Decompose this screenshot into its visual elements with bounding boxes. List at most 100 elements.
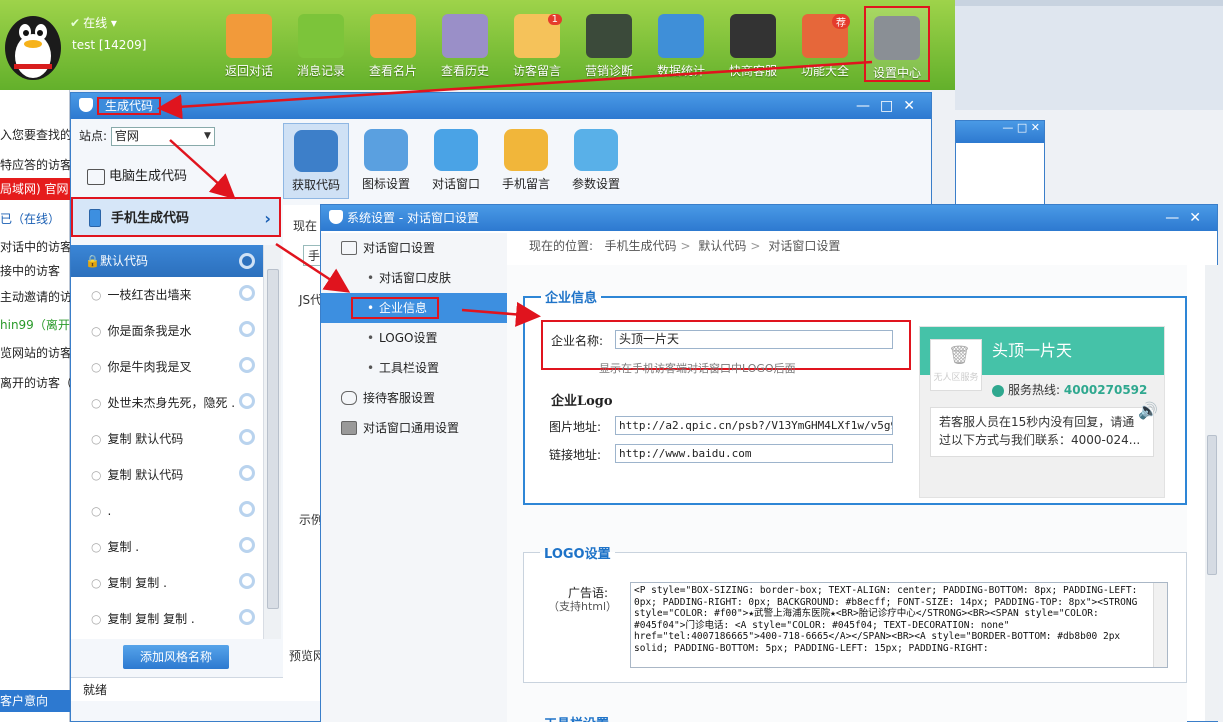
nav-company-info[interactable]: 企业信息 <box>321 293 507 323</box>
window-controls[interactable]: —✕ <box>1165 205 1211 231</box>
code-style-item[interactable]: ○ 复制 默认代码 <box>71 421 263 457</box>
toolbar-toolbox-button[interactable]: 荐功能大全 <box>792 6 858 82</box>
code-style-item[interactable]: ○ 复制 复制 复制 . <box>71 601 263 637</box>
visitor-group-row[interactable]: 离开的访客（ <box>0 372 70 394</box>
code-style-selected[interactable]: 🔒默认代码 <box>71 245 263 277</box>
message-bubble-icon <box>504 129 548 171</box>
toolbar-monitor-chart-button[interactable]: 营销诊断 <box>576 6 642 82</box>
ad-hint: （支持html） <box>548 600 618 613</box>
status-check-icon: ✔ <box>70 16 81 30</box>
image-url-input[interactable]: http://a2.qpic.cn/psb?/V13YmGHM4LXf1w/v5… <box>615 416 893 435</box>
gear-icon[interactable] <box>239 465 255 481</box>
toolbar-label: 营销诊断 <box>584 64 633 78</box>
gear-icon[interactable] <box>239 537 255 553</box>
gear-icon[interactable] <box>239 393 255 409</box>
code-style-item[interactable]: ○ 你是面条我是水 <box>71 313 263 349</box>
online-status[interactable]: ✔ 在线 ▾ <box>70 14 117 31</box>
history-search-icon <box>442 14 488 58</box>
nav-mobile-code[interactable]: 手机生成代码 › <box>71 197 281 237</box>
company-name-input[interactable]: 头顶一片天 <box>615 330 893 349</box>
textarea-scrollbar[interactable] <box>1153 583 1167 667</box>
breadcrumb-item: 对话窗口设置 <box>768 239 841 253</box>
nav-chat-window-settings[interactable]: 对话窗口设置 <box>321 233 507 263</box>
gear-icon <box>874 16 920 60</box>
code-style-item[interactable]: ○ 你是牛肉我是叉 <box>71 349 263 385</box>
visitor-search-input[interactable]: 入您要查找的 <box>0 124 70 146</box>
toolbar-bar-chart-button[interactable]: 数据统计 <box>648 6 714 82</box>
ad-html-textarea[interactable]: <P style="BOX-SIZING: border-box; TEXT-A… <box>630 582 1168 668</box>
gear-icon[interactable] <box>239 253 255 269</box>
gear-icon[interactable] <box>239 321 255 337</box>
breadcrumb-item[interactable]: 默认代码 <box>698 239 746 253</box>
toolbar-label: 消息记录 <box>296 64 345 78</box>
visitor-group-row[interactable]: 览网站的访客 <box>0 342 70 364</box>
nav-toolbar-settings[interactable]: 工具栏设置 <box>321 353 507 383</box>
nav-pc-code[interactable]: 电脑生成代码 <box>71 157 281 197</box>
visitor-group-row[interactable]: 对话中的访客 <box>0 236 70 258</box>
code-style-item[interactable]: ○. <box>71 493 263 529</box>
code-style-item[interactable]: ○ 复制 复制 . <box>71 565 263 601</box>
logo-settings-section: LOGO设置 广告语: （支持html） <P style="BOX-SIZIN… <box>523 543 1187 683</box>
gear-icon[interactable] <box>239 429 255 445</box>
nav-logo-settings[interactable]: LOGO设置 <box>321 323 507 353</box>
breadcrumb: 现在的位置: 手机生成代码 > 默认代码 > 对话窗口设置 <box>529 239 841 253</box>
toolbar-history-search-button[interactable]: 查看历史 <box>432 6 498 82</box>
gear-icon[interactable] <box>239 609 255 625</box>
tab-user-settings[interactable]: 参数设置 <box>563 123 629 199</box>
tab-chat-bubble[interactable]: 对话窗口 <box>423 123 489 199</box>
settings-nav: 对话窗口设置 对话窗口皮肤 企业信息 LOGO设置 工具栏设置 接待客服设置 对… <box>321 233 507 722</box>
gear-icon[interactable] <box>239 573 255 589</box>
chat-bubble-icon <box>434 129 478 171</box>
toolbar-message-log-button[interactable]: 消息记录 <box>288 6 354 82</box>
window-controls[interactable]: —□✕ <box>856 93 925 119</box>
visitor-group-row[interactable]: 已（在线） <box>0 208 70 230</box>
customer-intent-tab[interactable]: 客户意向 <box>0 690 70 712</box>
site-selector: 站点: 官网 <box>71 123 281 149</box>
site-dropdown[interactable]: 官网 <box>110 127 215 146</box>
gear-icon[interactable] <box>239 357 255 373</box>
gear-icon[interactable] <box>239 285 255 301</box>
link-url-input[interactable]: http://www.baidu.com <box>615 444 893 463</box>
code-style-item[interactable]: ○ 处世未杰身先死，隐死 . <box>71 385 263 421</box>
visitor-group-row[interactable]: hin99（离开 <box>0 314 70 336</box>
breadcrumb-item[interactable]: 手机生成代码 <box>605 239 677 253</box>
visitor-group-row[interactable]: 特应答的访客 <box>0 154 70 176</box>
settings-scrollbar[interactable] <box>1205 265 1219 721</box>
toolbar-business-card-button[interactable]: 查看名片 <box>360 6 426 82</box>
tab-message-bubble[interactable]: 手机留言 <box>493 123 559 199</box>
code-list-scrollbar[interactable] <box>263 245 281 639</box>
settings-content: 企业信息 企业名称: 头顶一片天 显示在手机访客端对话窗口中LOGO后面 企业L… <box>507 265 1187 722</box>
code-type-nav: 电脑生成代码 手机生成代码 › <box>71 157 281 237</box>
nav-window-skin[interactable]: 对话窗口皮肤 <box>321 263 507 293</box>
tab-image[interactable]: 图标设置 <box>353 123 419 199</box>
toolbar-label: 数据统计 <box>656 64 705 78</box>
visitor-group-row[interactable]: 局域网) 官网 <box>0 178 70 200</box>
code-style-item[interactable]: ○ 复制 默认代码 <box>71 457 263 493</box>
window-titlebar[interactable]: 系统设置 - 对话窗口设置 —✕ <box>321 205 1217 231</box>
toolbar-settings-section: 工具栏设置 <box>523 713 1187 722</box>
add-style-button[interactable]: 添加风格名称 <box>123 645 229 669</box>
chat-icon <box>341 421 357 435</box>
nav-reception-settings[interactable]: 接待客服设置 <box>321 383 507 413</box>
toolbar-gear-button[interactable]: 设置中心 <box>864 6 930 82</box>
account-id: test [14209] <box>72 38 147 52</box>
toolbar-label: 查看历史 <box>440 64 489 78</box>
toolbar-customer-service-button[interactable]: 快商客服 <box>720 6 786 82</box>
visitor-group-row[interactable]: 接中的访客 <box>0 260 70 282</box>
toolbar-visitor-note-button[interactable]: 1 访客留言 <box>504 6 570 82</box>
visitor-group-row[interactable]: 主动邀请的访 <box>0 286 70 308</box>
window-titlebar[interactable]: 生成代码 —□✕ <box>71 93 931 119</box>
image-icon <box>364 129 408 171</box>
code-style-item[interactable]: ○ 复制 . <box>71 529 263 565</box>
gear-icon[interactable] <box>239 501 255 517</box>
toolbar-back-arrow-button[interactable]: 返回对话 <box>216 6 282 82</box>
monitor-icon <box>87 169 105 185</box>
system-settings-window: 系统设置 - 对话窗口设置 —✕ 对话窗口设置 对话窗口皮肤 企业信息 LOGO… <box>320 204 1219 722</box>
tab-database[interactable]: 获取代码 <box>283 123 349 199</box>
window-title: 生成代码 <box>97 97 162 115</box>
qq-penguin-avatar[interactable] <box>0 0 66 90</box>
code-style-item[interactable]: ○ 一枝红杏出墙来 <box>71 277 263 313</box>
link-url-label: 链接地址: <box>549 448 602 462</box>
list-icon <box>341 241 357 255</box>
nav-general-settings[interactable]: 对话窗口通用设置 <box>321 413 507 443</box>
